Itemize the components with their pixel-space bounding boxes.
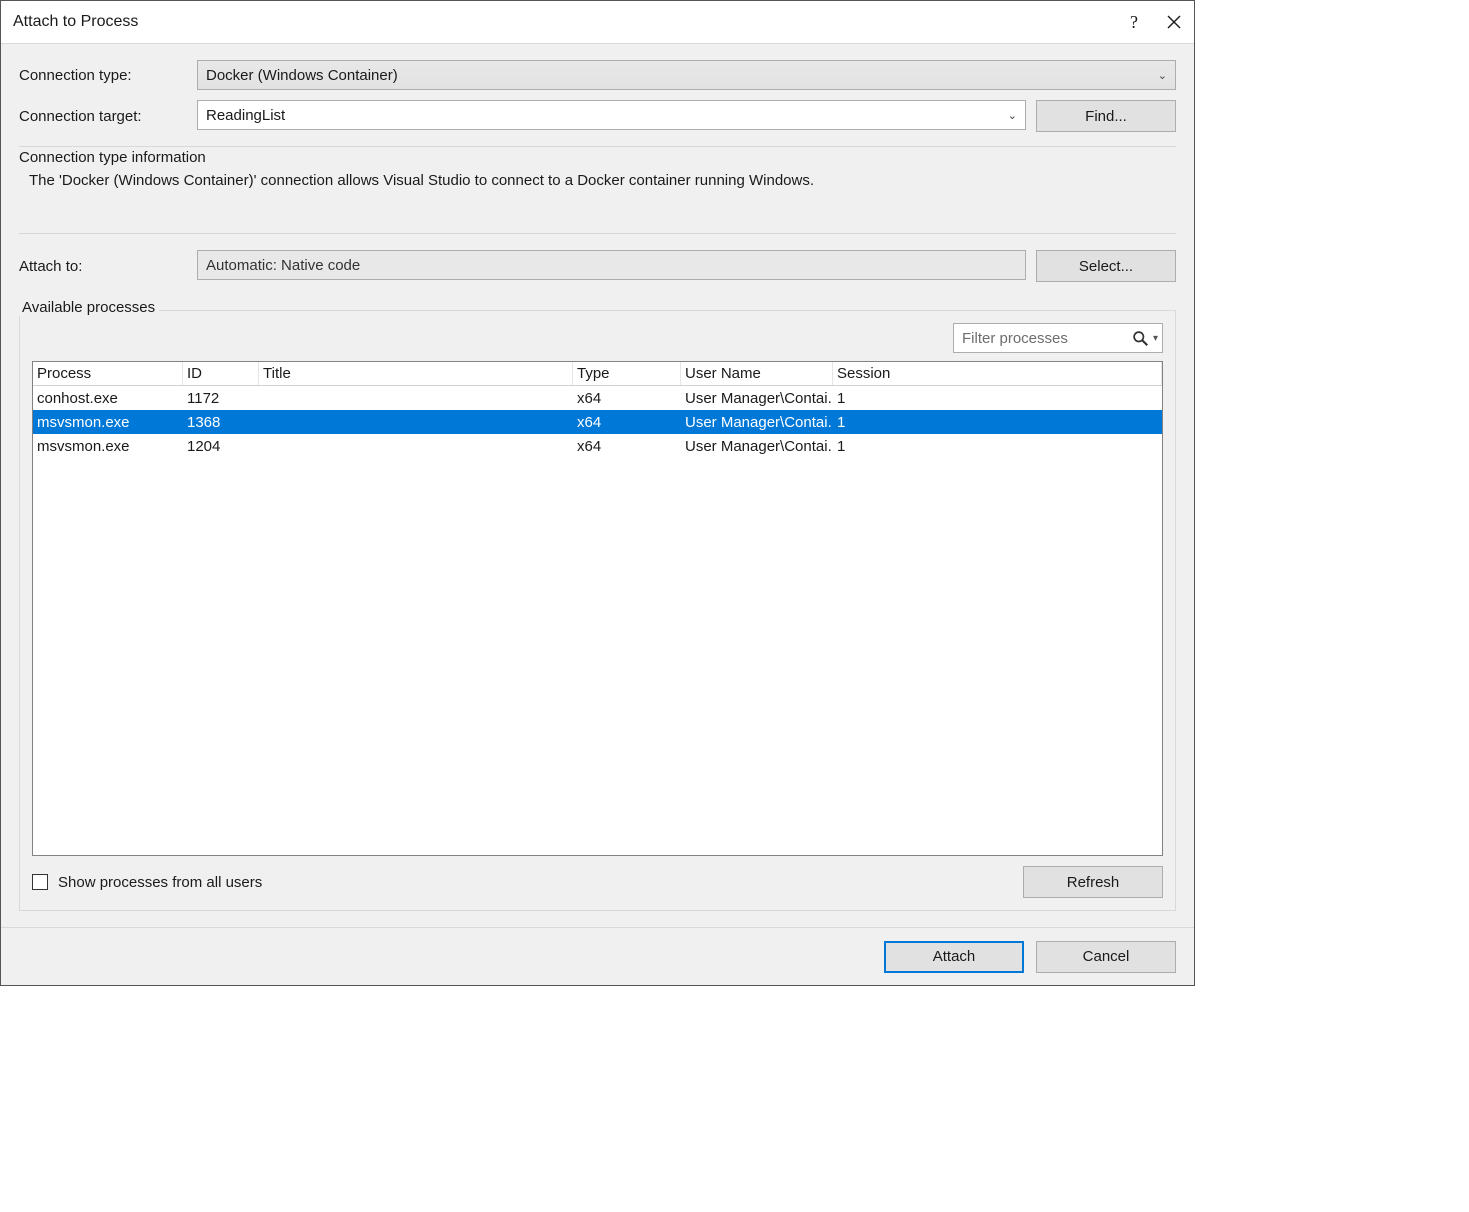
refresh-button[interactable]: Refresh: [1023, 866, 1163, 898]
col-title[interactable]: Title: [259, 362, 573, 385]
available-processes-label: Available processes: [18, 299, 159, 316]
chevron-down-icon: ⌄: [1158, 69, 1167, 82]
table-row[interactable]: msvsmon.exe1204 x64User Manager\Contai...…: [33, 434, 1162, 458]
connection-type-dropdown[interactable]: Docker (Windows Container) ⌄: [197, 60, 1176, 90]
cell-title: [259, 434, 573, 458]
available-processes-group: Available processes Filter processes ▾ P…: [19, 310, 1176, 911]
attach-to-row: Attach to: Automatic: Native code Select…: [19, 250, 1176, 282]
attach-to-process-dialog: Attach to Process ? Connection type: Doc…: [0, 0, 1195, 986]
show-all-users-label: Show processes from all users: [58, 874, 262, 891]
connection-target-row: Connection target: ReadingList ⌄ Find...: [19, 100, 1176, 132]
connection-target-combobox[interactable]: ReadingList ⌄: [197, 100, 1026, 130]
col-id[interactable]: ID: [183, 362, 259, 385]
col-type[interactable]: Type: [573, 362, 681, 385]
find-button[interactable]: Find...: [1036, 100, 1176, 132]
cell-title: [259, 410, 573, 434]
select-button[interactable]: Select...: [1036, 250, 1176, 282]
connection-type-row: Connection type: Docker (Windows Contain…: [19, 60, 1176, 90]
cell-session: 1: [833, 386, 1162, 410]
filter-processes-input[interactable]: Filter processes ▾: [953, 323, 1163, 353]
dialog-footer: Attach Cancel: [1, 927, 1194, 985]
attach-to-label: Attach to:: [19, 258, 187, 275]
titlebar: Attach to Process ?: [1, 1, 1194, 43]
cell-user: User Manager\Contai...: [681, 434, 833, 458]
cell-process: msvsmon.exe: [33, 410, 183, 434]
connection-target-value: ReadingList: [206, 107, 285, 124]
dropdown-arrow-icon[interactable]: ▾: [1153, 333, 1158, 344]
col-session[interactable]: Session: [833, 362, 1162, 385]
cell-id: 1204: [183, 434, 259, 458]
connection-type-info-title: Connection type information: [19, 147, 1176, 172]
connection-target-label: Connection target:: [19, 108, 187, 125]
show-all-users-checkbox[interactable]: [32, 874, 48, 890]
table-row[interactable]: msvsmon.exe1368 x64User Manager\Contai...…: [33, 410, 1162, 434]
chevron-down-icon: ⌄: [1008, 109, 1017, 122]
connection-type-info-group: Connection type information The 'Docker …: [19, 146, 1176, 234]
cell-type: x64: [573, 434, 681, 458]
cell-type: x64: [573, 386, 681, 410]
cell-id: 1172: [183, 386, 259, 410]
dialog-body: Connection type: Docker (Windows Contain…: [1, 43, 1194, 927]
table-row[interactable]: conhost.exe1172 x64User Manager\Contai...…: [33, 386, 1162, 410]
cell-type: x64: [573, 410, 681, 434]
cell-session: 1: [833, 434, 1162, 458]
col-process[interactable]: Process: [33, 362, 183, 385]
cell-user: User Manager\Contai...: [681, 386, 833, 410]
connection-type-value: Docker (Windows Container): [206, 67, 398, 84]
connection-type-label: Connection type:: [19, 67, 187, 84]
attach-to-value-box: Automatic: Native code: [197, 250, 1026, 280]
window-title: Attach to Process: [13, 13, 138, 31]
col-user[interactable]: User Name: [681, 362, 833, 385]
filter-placeholder: Filter processes: [962, 330, 1132, 347]
connection-type-info-text: The 'Docker (Windows Container)' connect…: [19, 172, 1176, 189]
process-grid-header: Process ID Title Type User Name Session: [33, 362, 1162, 386]
help-button[interactable]: ?: [1114, 1, 1154, 43]
cell-process: conhost.exe: [33, 386, 183, 410]
close-icon: [1167, 15, 1181, 29]
cell-title: [259, 386, 573, 410]
attach-button[interactable]: Attach: [884, 941, 1024, 973]
cancel-button[interactable]: Cancel: [1036, 941, 1176, 973]
process-grid: Process ID Title Type User Name Session …: [32, 361, 1163, 856]
search-icon: [1132, 330, 1149, 347]
filter-bar: Filter processes ▾: [32, 323, 1163, 353]
close-button[interactable]: [1154, 1, 1194, 43]
cell-id: 1368: [183, 410, 259, 434]
cell-user: User Manager\Contai...: [681, 410, 833, 434]
attach-to-value: Automatic: Native code: [206, 257, 360, 274]
cell-process: msvsmon.exe: [33, 434, 183, 458]
process-group-footer: Show processes from all users Refresh: [32, 866, 1163, 898]
cell-session: 1: [833, 410, 1162, 434]
process-grid-body: conhost.exe1172 x64User Manager\Contai...…: [33, 386, 1162, 458]
